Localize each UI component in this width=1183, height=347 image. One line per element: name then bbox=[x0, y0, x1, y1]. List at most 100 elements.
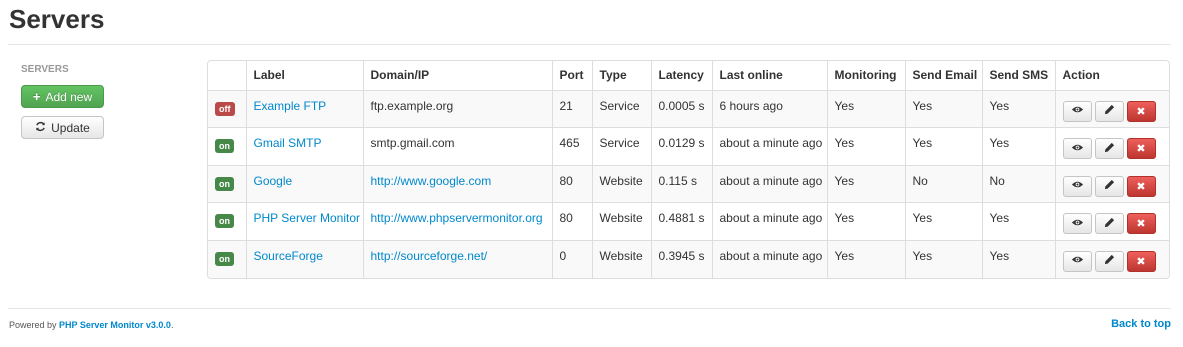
type-cell: Service bbox=[591, 89, 651, 128]
table-row: on PHP Server Monitor http://www.phpserv… bbox=[208, 202, 1169, 240]
delete-button[interactable]: ✖ bbox=[1126, 138, 1156, 159]
server-label-link[interactable]: SourceForge bbox=[254, 249, 323, 263]
column-header: Send Email bbox=[904, 61, 982, 90]
view-button[interactable] bbox=[1062, 175, 1092, 197]
pencil-icon bbox=[1104, 254, 1115, 268]
monitoring-cell: Yes bbox=[826, 202, 905, 240]
label-cell: Gmail SMTP bbox=[245, 127, 363, 165]
pencil-icon bbox=[1104, 179, 1115, 193]
eye-icon bbox=[1071, 105, 1084, 117]
status-badge: on bbox=[215, 139, 234, 153]
add-new-button[interactable]: + Add new bbox=[21, 85, 104, 108]
label-cell: Example FTP bbox=[245, 89, 363, 128]
eye-icon bbox=[1071, 180, 1084, 192]
pencil-icon bbox=[1104, 217, 1115, 231]
domain-text: ftp.example.org bbox=[370, 98, 454, 113]
send-sms-cell: Yes bbox=[981, 127, 1055, 165]
status-cell: on bbox=[208, 164, 246, 203]
status-badge: on bbox=[215, 251, 234, 266]
back-to-top-link[interactable]: Back to top bbox=[1111, 318, 1171, 330]
domain-link[interactable]: http://www.phpservermonitor.org bbox=[371, 211, 543, 225]
sidebar: SERVERS + Add new Update bbox=[21, 64, 105, 147]
edit-button[interactable] bbox=[1094, 175, 1124, 197]
delete-button[interactable]: ✖ bbox=[1126, 213, 1156, 234]
view-button[interactable] bbox=[1062, 250, 1092, 272]
action-buttons: ✖ bbox=[1062, 137, 1165, 159]
action-cell: ✖ bbox=[1054, 164, 1169, 203]
domain-text: smtp.gmail.com bbox=[370, 136, 455, 150]
latency-cell: 0.0129 s bbox=[650, 127, 712, 165]
port-cell: 0 bbox=[551, 239, 592, 278]
view-button[interactable] bbox=[1062, 213, 1092, 234]
server-label-link[interactable]: Example FTP bbox=[254, 99, 327, 113]
column-header: Domain/IP bbox=[362, 61, 552, 90]
title-divider bbox=[8, 44, 1171, 45]
edit-button[interactable] bbox=[1094, 250, 1124, 272]
status-cell: off bbox=[208, 89, 246, 128]
edit-button[interactable] bbox=[1094, 213, 1124, 234]
column-header: Last online bbox=[711, 61, 827, 90]
latency-cell: 0.115 s bbox=[650, 164, 712, 203]
action-cell: ✖ bbox=[1054, 202, 1169, 240]
type-cell: Website bbox=[591, 239, 651, 278]
domain-cell: http://sourceforge.net/ bbox=[362, 239, 552, 278]
close-icon: ✖ bbox=[1136, 143, 1146, 155]
table-row: on SourceForge http://sourceforge.net/ 0… bbox=[208, 239, 1169, 278]
action-buttons: ✖ bbox=[1062, 100, 1165, 122]
monitoring-cell: Yes bbox=[826, 239, 905, 278]
server-label-link[interactable]: PHP Server Monitor bbox=[254, 211, 360, 225]
plus-icon: + bbox=[32, 89, 41, 104]
domain-link[interactable]: http://sourceforge.net/ bbox=[371, 249, 488, 263]
action-cell: ✖ bbox=[1054, 127, 1169, 165]
delete-button[interactable]: ✖ bbox=[1126, 250, 1156, 272]
update-button[interactable]: Update bbox=[21, 116, 104, 139]
send-sms-cell: No bbox=[981, 164, 1055, 203]
page-title: Servers bbox=[9, 4, 105, 34]
sidebar-heading: SERVERS bbox=[21, 64, 69, 75]
eye-icon bbox=[1071, 218, 1084, 230]
table-header-row: Label Domain/IP Port Type Latency Last online… bbox=[208, 61, 1169, 90]
status-badge: off bbox=[215, 101, 235, 116]
delete-button[interactable]: ✖ bbox=[1126, 175, 1156, 197]
footer-period: . bbox=[170, 320, 174, 330]
action-buttons: ✖ bbox=[1062, 212, 1165, 234]
delete-button[interactable]: ✖ bbox=[1126, 100, 1156, 122]
action-cell: ✖ bbox=[1054, 89, 1169, 128]
view-button[interactable] bbox=[1062, 138, 1092, 159]
footer-divider bbox=[8, 308, 1171, 309]
action-buttons: ✖ bbox=[1062, 250, 1165, 272]
server-label-link[interactable]: Gmail SMTP bbox=[254, 136, 322, 150]
status-cell: on bbox=[208, 239, 246, 278]
last-online-cell: about a minute ago bbox=[711, 127, 827, 165]
eye-icon bbox=[1071, 143, 1084, 155]
footer-credit: Powered by PHP Server Monitor v3.0.0. bbox=[9, 320, 173, 330]
type-cell: Website bbox=[591, 202, 651, 240]
status-cell: on bbox=[208, 127, 246, 165]
close-icon: ✖ bbox=[1136, 105, 1146, 118]
edit-button[interactable] bbox=[1094, 138, 1124, 159]
label-cell: SourceForge bbox=[245, 239, 363, 278]
product-link[interactable]: PHP Server Monitor v3.0.0 bbox=[59, 320, 171, 330]
type-cell: Service bbox=[591, 127, 651, 165]
domain-cell: http://www.phpservermonitor.org bbox=[362, 202, 552, 240]
close-icon: ✖ bbox=[1136, 218, 1146, 230]
last-online-cell: about a minute ago bbox=[711, 202, 827, 240]
close-icon: ✖ bbox=[1136, 255, 1146, 268]
latency-cell: 0.3945 s bbox=[650, 239, 712, 278]
send-email-cell: Yes bbox=[904, 202, 982, 240]
send-sms-cell: Yes bbox=[981, 239, 1055, 278]
domain-cell: smtp.gmail.com bbox=[362, 127, 552, 165]
servers-table: Label Domain/IP Port Type Latency Last online… bbox=[207, 60, 1170, 279]
view-button[interactable] bbox=[1062, 100, 1092, 122]
last-online-cell: 6 hours ago bbox=[711, 89, 827, 128]
domain-cell: http://www.google.com bbox=[362, 164, 552, 203]
label-cell: Google bbox=[245, 164, 363, 203]
server-label-link[interactable]: Google bbox=[254, 174, 293, 188]
latency-cell: 0.4881 s bbox=[650, 202, 712, 240]
table-row: on Gmail SMTP smtp.gmail.com 465 Service… bbox=[208, 127, 1169, 165]
status-badge: on bbox=[215, 176, 234, 191]
column-header-status bbox=[208, 61, 246, 90]
domain-link[interactable]: http://www.google.com bbox=[371, 174, 492, 188]
edit-button[interactable] bbox=[1094, 100, 1124, 122]
update-label: Update bbox=[51, 120, 90, 135]
